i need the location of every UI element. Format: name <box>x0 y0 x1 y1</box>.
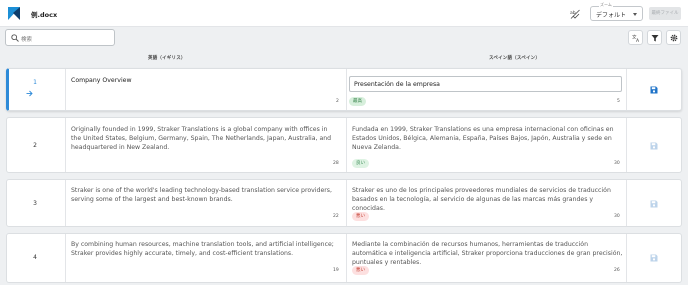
zoom-select[interactable]: ズーム デフォルト <box>590 2 643 21</box>
search-icon <box>11 34 19 42</box>
search-input[interactable]: 検索 <box>5 29 115 46</box>
filter-icon <box>651 35 659 42</box>
target-text[interactable]: Straker es uno de los principales provee… <box>352 186 625 213</box>
segment-number: 3 <box>33 200 37 207</box>
source-word-count: 2 <box>336 99 339 104</box>
target-column-header: スペイン語（スペイン） <box>489 56 541 61</box>
target-word-count: 26 <box>614 268 620 273</box>
column-divider <box>626 234 627 282</box>
column-divider <box>346 118 347 172</box>
straker-logo-icon <box>8 7 20 20</box>
arrow-right-icon[interactable] <box>26 90 33 97</box>
quality-badge: 悪い <box>352 266 369 275</box>
save-icon[interactable] <box>650 200 658 208</box>
target-text[interactable]: Fundada en 1999, Straker Translations es… <box>352 125 625 152</box>
settings-button[interactable] <box>666 30 681 45</box>
column-divider <box>626 69 627 110</box>
filter-button[interactable] <box>647 30 662 45</box>
translate-icon: 文 A <box>632 34 640 42</box>
zoom-label: ズーム <box>599 2 613 7</box>
target-word-count: 30 <box>614 161 620 166</box>
target-text[interactable]: Mediante la combinación de recursos huma… <box>352 240 625 267</box>
column-divider <box>346 180 347 226</box>
spellcheck-off-icon[interactable]: ab <box>570 9 580 19</box>
final-file-button[interactable]: 最終ファイル <box>649 7 681 20</box>
column-divider <box>65 180 66 226</box>
segment-number: 1 <box>33 79 37 86</box>
target-word-count: 30 <box>614 214 620 219</box>
save-icon[interactable] <box>650 142 658 150</box>
save-icon[interactable] <box>650 254 658 262</box>
quality-badge: 最高 <box>349 97 366 106</box>
column-divider <box>626 118 627 172</box>
source-text: By combining human resources, machine tr… <box>71 241 334 257</box>
source-word-count: 19 <box>333 268 339 273</box>
source-word-count: 28 <box>333 161 339 166</box>
segment-number: 2 <box>33 142 37 149</box>
column-divider <box>346 234 347 282</box>
search-placeholder: 検索 <box>21 36 33 43</box>
target-word-count: 5 <box>617 99 620 104</box>
caret-down-icon <box>633 13 637 16</box>
zoom-value: デフォルト <box>596 12 627 19</box>
quality-badge: 良い <box>352 159 369 168</box>
document-title: 例.docx <box>31 11 58 19</box>
source-text: Straker is one of the world's leading te… <box>71 187 332 203</box>
save-icon[interactable] <box>650 86 658 94</box>
gear-icon <box>670 34 678 42</box>
column-divider <box>346 69 347 110</box>
segment-number: 4 <box>33 254 37 261</box>
column-divider <box>65 234 66 282</box>
column-divider <box>626 180 627 226</box>
column-divider <box>65 118 66 172</box>
translate-button[interactable]: 文 A <box>628 30 643 45</box>
source-text: Originally founded in 1999, Straker Tran… <box>71 126 332 151</box>
svg-text:A: A <box>636 38 640 42</box>
source-text: Company Overview <box>71 77 132 84</box>
quality-badge: 悪い <box>352 212 369 221</box>
column-divider <box>65 69 66 110</box>
source-column-header: 英語（イギリス） <box>148 56 186 61</box>
top-bar: 例.docx ab ズーム デフォルト 最終ファイル <box>0 0 688 27</box>
target-text-input[interactable]: Presentación de la empresa <box>349 76 622 92</box>
source-word-count: 22 <box>333 214 339 219</box>
